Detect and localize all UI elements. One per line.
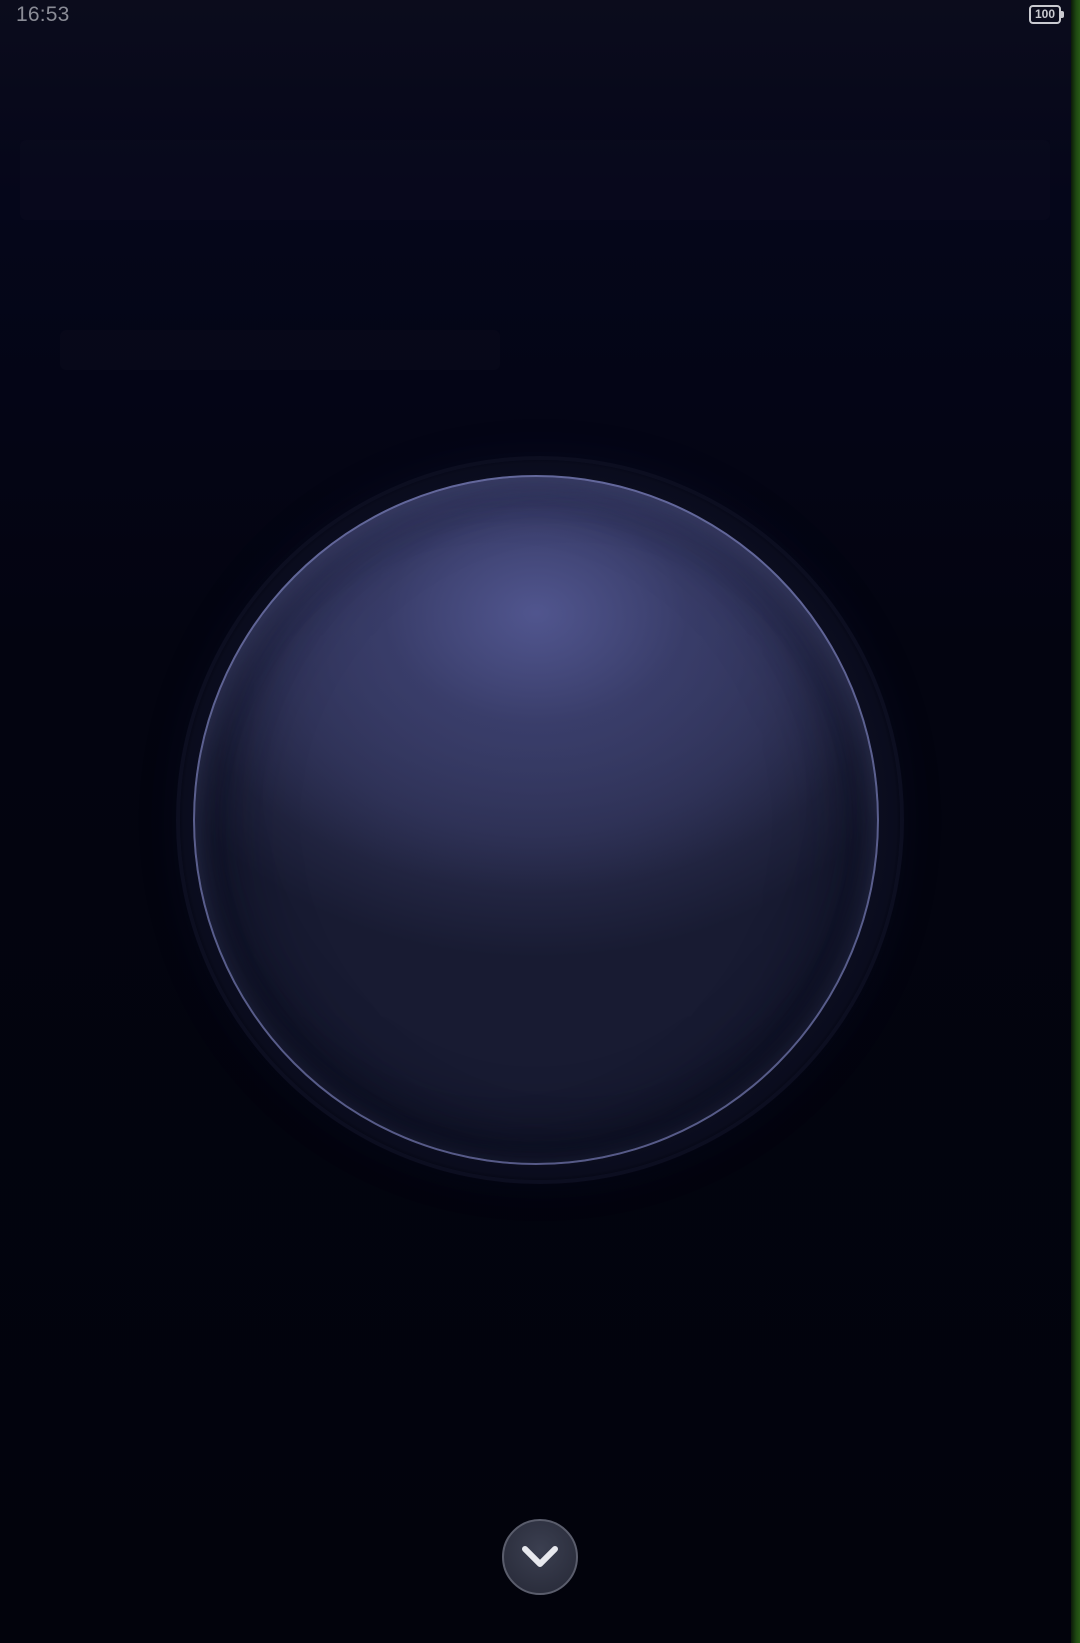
screen: 16:53 100 chevron-down-icon xyxy=(0,0,1080,1643)
battery-tip xyxy=(1061,11,1064,18)
scroll-down-button[interactable]: chevron-down-icon xyxy=(502,1519,578,1595)
chevron-down-icon xyxy=(522,1546,558,1567)
background-panel xyxy=(60,330,500,370)
battery-level: 100 xyxy=(1029,5,1061,24)
battery-icon: 100 xyxy=(1029,5,1064,24)
background-panel xyxy=(20,140,1050,220)
status-time: 16:53 xyxy=(16,3,70,26)
assistant-orb[interactable] xyxy=(193,475,879,1165)
edge-strip xyxy=(1071,0,1080,1643)
status-bar: 16:53 100 xyxy=(0,0,1071,30)
